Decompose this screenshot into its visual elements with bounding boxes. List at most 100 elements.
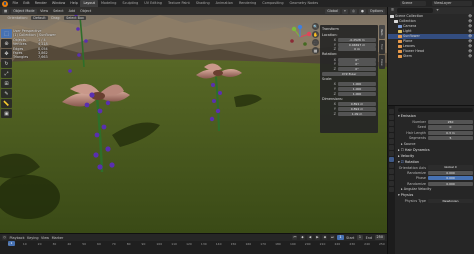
play-icon[interactable]: ▶ xyxy=(314,235,320,240)
data-tab-icon[interactable] xyxy=(389,175,394,180)
world-tab-icon[interactable] xyxy=(389,139,394,144)
material-tab-icon[interactable] xyxy=(389,181,394,186)
dimensions-z-field[interactable]: 1.09 m xyxy=(338,111,376,116)
dimensions-y-field[interactable]: 0.892 m xyxy=(338,107,376,112)
filter-icon[interactable]: ⏷ xyxy=(435,8,440,13)
tab-texture-paint[interactable]: Texture Paint xyxy=(165,0,193,7)
randomize-phase-field[interactable]: 0.000 xyxy=(428,181,473,186)
physics-tab-icon[interactable] xyxy=(389,163,394,168)
tab-compositing[interactable]: Compositing xyxy=(259,0,286,7)
outliner-search-input[interactable] xyxy=(397,8,433,13)
randomize-field[interactable]: 0.000 xyxy=(428,170,473,176)
physics-type-dropdown[interactable]: Newtonian xyxy=(428,198,473,204)
jump-end-icon[interactable]: ⏭ xyxy=(329,235,335,240)
neg-y-axis-icon[interactable] xyxy=(303,42,307,46)
scene-selector[interactable]: Scene xyxy=(400,1,426,6)
blender-logo-icon[interactable] xyxy=(2,0,8,7)
zoom-icon[interactable]: 🔍 xyxy=(312,23,319,30)
y-axis-icon[interactable] xyxy=(291,26,297,32)
seed-field[interactable]: 0 xyxy=(428,125,473,130)
physics-section[interactable]: ▾ Physics xyxy=(398,193,473,198)
menu-playback[interactable]: Playback xyxy=(10,236,25,240)
dimensions-x-field[interactable]: 0.891 m xyxy=(338,102,376,107)
particles-tab-icon[interactable] xyxy=(389,157,394,162)
velocity-section[interactable]: ▸ Velocity xyxy=(398,154,473,159)
phase-field[interactable]: 0.000 xyxy=(428,176,473,181)
orientation-axis-dropdown[interactable]: Global X xyxy=(428,165,473,170)
viewport-menu-select[interactable]: Select xyxy=(52,9,65,13)
proportional-edit-icon[interactable]: ◎ xyxy=(349,8,357,14)
z-axis-icon[interactable] xyxy=(297,25,303,30)
camera-view-icon[interactable]: 🎥 xyxy=(312,39,319,46)
transform-tool-icon[interactable]: ⊞ xyxy=(1,79,12,88)
rotation-section[interactable]: ▾ ☑ Rotation xyxy=(398,160,473,165)
tab-sculpting[interactable]: Sculpting xyxy=(119,0,141,7)
scale-y-field[interactable]: 1.000 xyxy=(338,87,376,92)
menu-file[interactable]: File xyxy=(10,0,21,7)
navigation-gizmo[interactable] xyxy=(288,25,312,49)
prev-keyframe-icon[interactable]: ◆ xyxy=(299,235,305,240)
end-frame-field[interactable]: 250 xyxy=(374,235,385,240)
perspective-grid-icon[interactable]: ▦ xyxy=(312,47,319,54)
scale-x-field[interactable]: 1.000 xyxy=(338,82,376,87)
menu-keying[interactable]: Keying xyxy=(27,236,38,240)
play-reverse-icon[interactable]: ◀ xyxy=(307,235,313,240)
rotation-z-field[interactable]: 0° xyxy=(338,67,376,72)
measure-tool-icon[interactable]: 📏 xyxy=(1,99,12,108)
viewport-menu-add[interactable]: Add xyxy=(67,9,77,13)
select-box-tool-icon[interactable]: ⬚ xyxy=(1,29,12,38)
view-layer-selector[interactable]: ViewLayer xyxy=(432,1,472,6)
hair-length-field[interactable]: 0.3 m xyxy=(428,130,473,135)
menu-edit[interactable]: Edit xyxy=(21,0,33,7)
current-frame-field[interactable]: 1 xyxy=(337,235,344,240)
texture-tab-icon[interactable] xyxy=(389,187,394,192)
x-axis-icon[interactable] xyxy=(306,31,312,37)
menu-marker[interactable]: Marker xyxy=(52,236,64,240)
drag-dropdown[interactable]: Select Box xyxy=(64,15,86,21)
location-x-field[interactable]: -0.2528 m xyxy=(338,37,376,42)
pan-hand-icon[interactable]: ✋ xyxy=(312,31,319,38)
location-y-field[interactable]: 0.04697 m xyxy=(338,42,376,47)
outliner-row[interactable]: Stem 👁 xyxy=(388,54,474,59)
editor-type-button[interactable]: ▦ xyxy=(2,8,10,14)
scale-tool-icon[interactable]: ⤢ xyxy=(1,69,12,78)
orientation-dropdown[interactable]: Default xyxy=(31,15,48,21)
frame-ruler[interactable]: 1 0 10 20 30 40 50 60 70 80 90 100 110 120 130 140 150 1… xyxy=(0,241,387,254)
menu-window[interactable]: Window xyxy=(49,0,67,7)
object-mode-dropdown[interactable]: Object Mode xyxy=(11,8,37,14)
rotation-x-field[interactable]: 0° xyxy=(338,57,376,62)
viewport-menu-view[interactable]: View xyxy=(39,9,50,13)
source-section[interactable]: ▸ Source xyxy=(398,142,473,147)
tab-geometry-nodes[interactable]: Geometry Nodes xyxy=(287,0,322,7)
tab-item[interactable]: Item xyxy=(379,25,385,39)
viewport-shading-icon[interactable]: ● xyxy=(358,8,366,14)
number-field[interactable]: 250 xyxy=(428,119,473,125)
properties-search-input[interactable] xyxy=(398,108,473,112)
options-dropdown[interactable]: Options xyxy=(367,8,385,14)
menu-view[interactable]: View xyxy=(41,236,49,240)
location-z-field[interactable]: 0 m xyxy=(338,47,376,52)
neg-x-axis-icon[interactable] xyxy=(290,39,294,43)
rotation-mode-dropdown[interactable]: XYZ Euler xyxy=(322,72,376,77)
rotate-tool-icon[interactable]: ↻ xyxy=(1,59,12,68)
segments-field[interactable]: 5 xyxy=(428,136,473,141)
view-layer-tab-icon[interactable] xyxy=(389,127,394,132)
tool-tab-icon[interactable] xyxy=(389,109,394,114)
editor-type-button[interactable]: ☰ xyxy=(390,8,395,13)
rotation-y-field[interactable]: 0° xyxy=(338,62,376,67)
start-frame-field[interactable]: 1 xyxy=(356,235,364,240)
emission-section[interactable]: ▾ Emission xyxy=(398,114,473,119)
constraints-tab-icon[interactable] xyxy=(389,169,394,174)
tab-shading[interactable]: Shading xyxy=(193,0,213,7)
move-tool-icon[interactable]: ✥ xyxy=(1,49,12,58)
visibility-eye-icon[interactable]: 👁 xyxy=(468,54,472,59)
snap-toggle-icon[interactable]: ⌖ xyxy=(342,8,348,14)
tab-tool[interactable]: Tool xyxy=(379,40,385,54)
tab-uv-editing[interactable]: UV Editing xyxy=(141,0,165,7)
menu-render[interactable]: Render xyxy=(32,0,49,7)
viewport-menu-object[interactable]: Object xyxy=(79,9,93,13)
modifiers-tab-icon[interactable] xyxy=(389,151,394,156)
angular-velocity-section[interactable]: ▸ Angular Velocity xyxy=(398,187,473,192)
tab-view[interactable]: View xyxy=(379,55,385,69)
add-cube-tool-icon[interactable]: ▣ xyxy=(1,109,12,118)
